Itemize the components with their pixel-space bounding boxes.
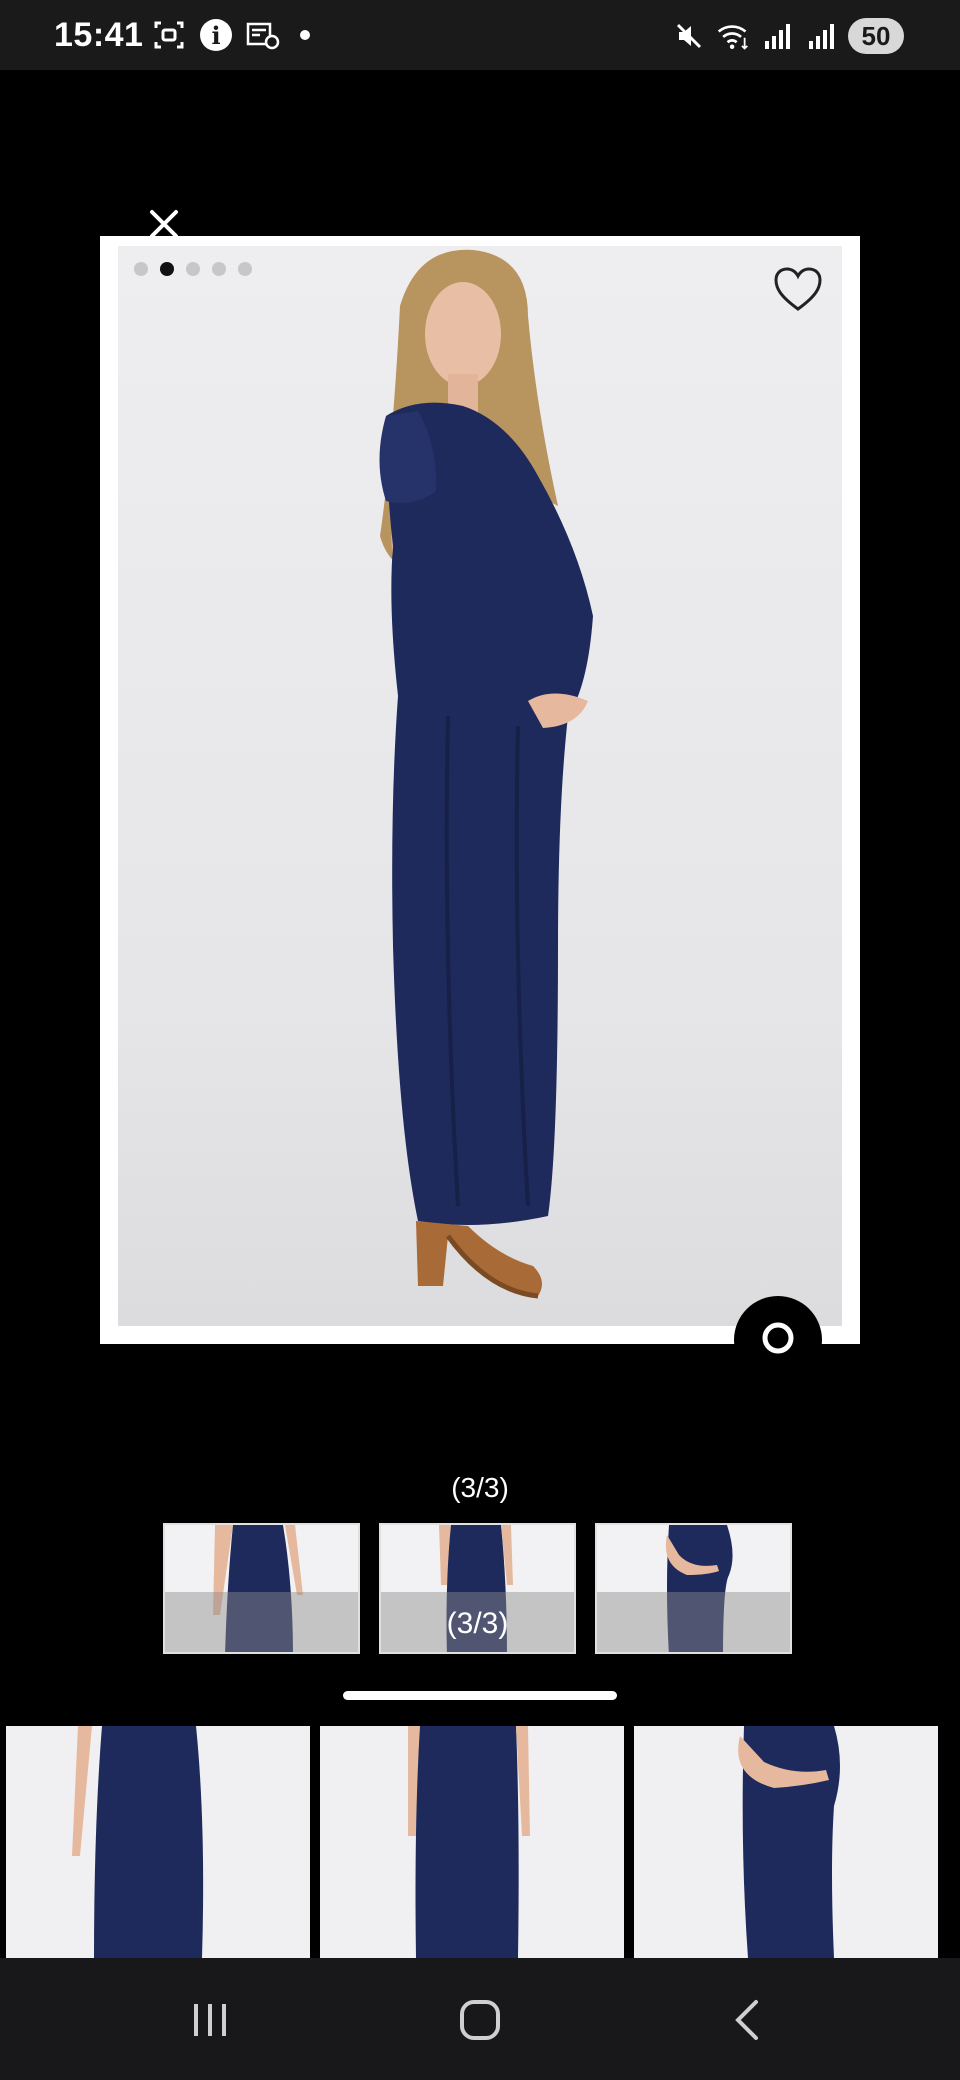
image-counter: (3/3)	[451, 1472, 509, 1503]
mute-icon	[672, 19, 706, 53]
recent-apps-button[interactable]	[178, 1988, 242, 2052]
home-icon	[460, 2000, 500, 2040]
thumbnail-shade	[597, 1592, 790, 1652]
screenshot-icon	[152, 18, 186, 52]
carousel-dots	[134, 262, 252, 276]
carousel-dot[interactable]	[212, 262, 226, 276]
thumbnail-back-view[interactable]	[163, 1523, 360, 1654]
sim-card-icon	[246, 18, 280, 52]
thumbnail-side-view[interactable]	[595, 1523, 792, 1654]
battery-indicator: 50	[848, 18, 904, 54]
carousel-dot[interactable]	[186, 262, 200, 276]
image-strip	[0, 1726, 960, 1958]
zoom-icon	[762, 1322, 794, 1354]
strip-image	[738, 1726, 840, 1958]
product-image[interactable]	[118, 246, 842, 1326]
carousel-dot[interactable]	[238, 262, 252, 276]
back-icon	[735, 2000, 758, 2040]
thumbnail-overlay-label: (3/3)	[446, 1607, 509, 1640]
carousel-dot-active[interactable]	[160, 262, 174, 276]
heart-icon	[774, 267, 822, 311]
product-photo	[379, 249, 593, 1299]
status-bar: 15:41 i 50	[0, 0, 960, 70]
thumbnail-back-view[interactable]: (3/3)	[379, 1523, 576, 1654]
signal-icon	[760, 19, 794, 53]
product-image-frame[interactable]	[100, 236, 860, 1384]
status-time: 15:41	[54, 16, 144, 54]
status-right-icons: 50	[672, 18, 904, 54]
status-left-icons: i	[152, 18, 310, 52]
strip-image	[72, 1726, 204, 1958]
carousel-dot[interactable]	[134, 262, 148, 276]
strip-image-back[interactable]	[320, 1726, 624, 1958]
thumbnail-row: (3/3)	[163, 1523, 792, 1654]
back-button[interactable]	[716, 1988, 780, 2052]
home-button[interactable]	[448, 1988, 512, 2052]
strip-image-side-back[interactable]	[6, 1726, 310, 1958]
signal-icon	[804, 19, 838, 53]
favorite-button[interactable]	[772, 266, 824, 314]
thumbnail-shade	[165, 1592, 358, 1652]
zoom-button[interactable]	[734, 1296, 822, 1384]
wifi-icon	[716, 19, 750, 53]
recent-apps-icon	[194, 2004, 226, 2036]
strip-image	[408, 1726, 530, 1958]
info-icon: i	[200, 19, 232, 51]
strip-image-side[interactable]	[634, 1726, 938, 1958]
scroll-indicator[interactable]	[343, 1691, 617, 1700]
notification-dot-icon	[300, 30, 310, 40]
navigation-bar	[0, 1958, 960, 2080]
